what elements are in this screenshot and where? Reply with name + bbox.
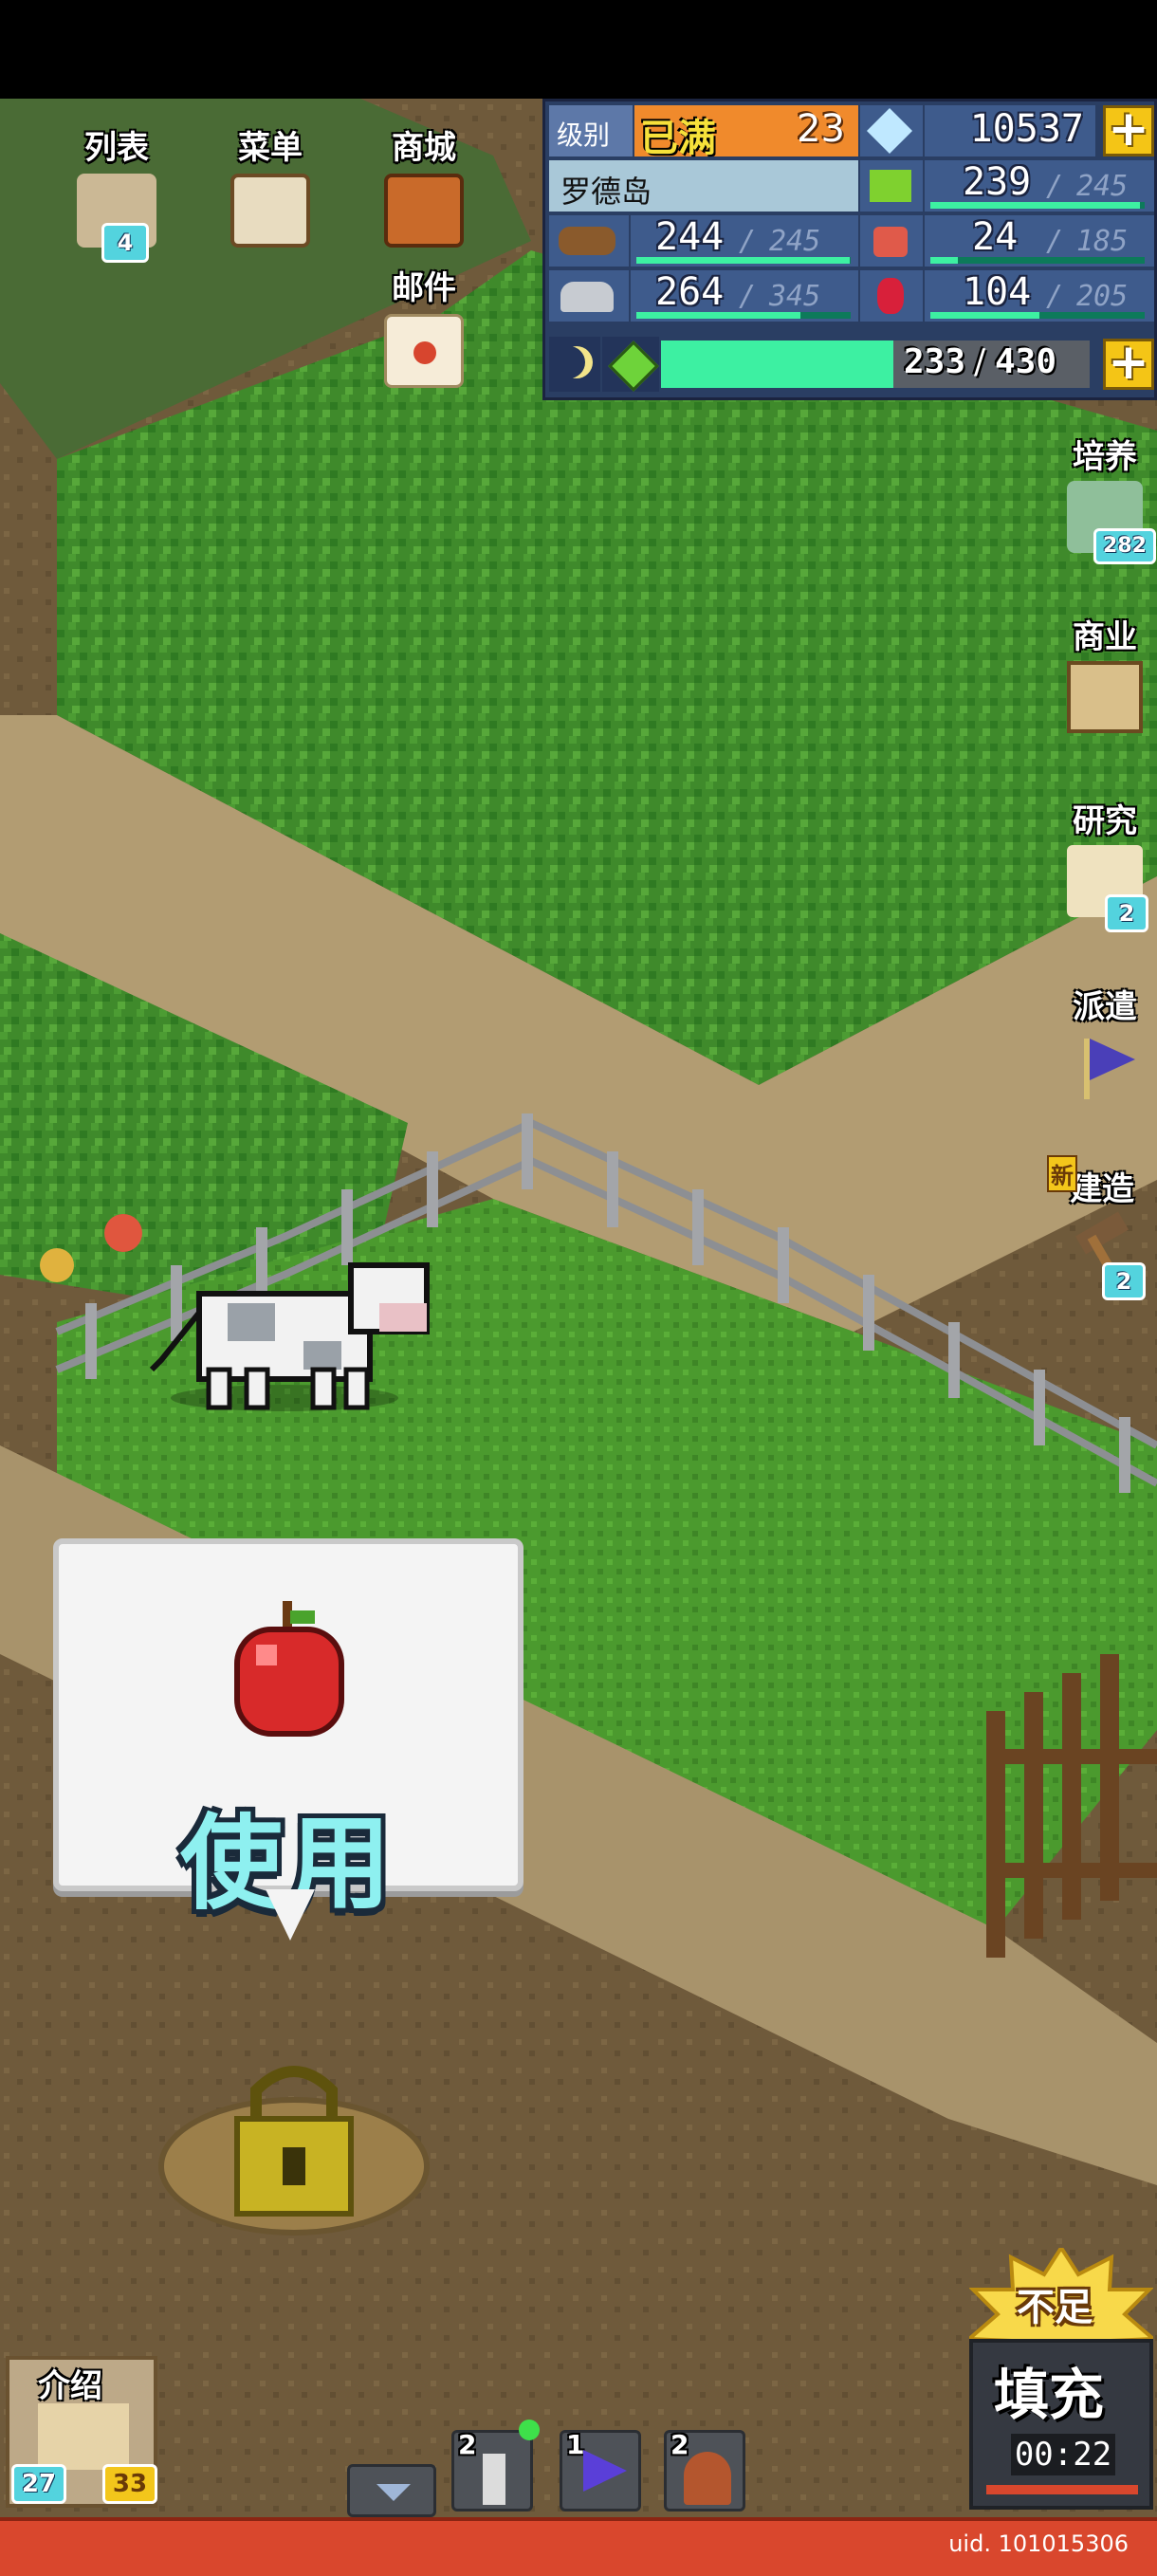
food-icon	[860, 215, 923, 267]
slot1-count: 2	[458, 2429, 477, 2460]
food-value: 24	[972, 215, 1019, 259]
intro-label: 介绍	[38, 2367, 102, 2405]
level-box: 已满 23	[634, 105, 858, 160]
intro-button[interactable]: 介绍 27 33	[6, 2356, 157, 2508]
new-tag: 新	[1047, 1155, 1077, 1192]
ore-icon	[549, 270, 629, 322]
moon-icon	[549, 337, 600, 392]
wood-value: 244	[655, 215, 725, 259]
diamond-icon	[860, 105, 923, 156]
build-button[interactable]: 建造 新 2	[1047, 1155, 1157, 1300]
envelope-icon	[384, 314, 464, 388]
grass-icon	[860, 160, 923, 212]
food-bar	[930, 257, 1145, 264]
flag-icon	[1067, 1031, 1143, 1103]
grass-value: 239	[963, 160, 1032, 204]
slot3-count: 2	[670, 2429, 689, 2460]
refill-progress	[986, 2485, 1138, 2494]
toolbar-slot-tower[interactable]: 2	[451, 2420, 540, 2512]
scroll-icon: 2	[1067, 845, 1148, 932]
dispatch-label: 派遣	[1073, 988, 1137, 1026]
business-button[interactable]: 商业	[1053, 611, 1157, 733]
refill-label: 填充	[994, 2363, 1105, 2427]
refill-button[interactable]: 不足 填充 00:22	[969, 2248, 1153, 2515]
shop-house-icon	[1067, 661, 1143, 733]
collapse-toolbar-button[interactable]	[347, 2464, 436, 2517]
refill-burst-label: 不足	[1017, 2286, 1093, 2329]
build-badge: 2	[1102, 1262, 1146, 1300]
ore-max: 345	[769, 280, 821, 313]
menu-board-icon	[230, 174, 310, 248]
level-status: 已满	[640, 117, 716, 160]
train-badge: 282	[1093, 528, 1156, 564]
add-energy-button[interactable]: +	[1103, 338, 1154, 390]
ore-value: 264	[655, 270, 725, 314]
energy-bar: 233 / 430	[661, 340, 1090, 388]
menu-label: 菜单	[238, 129, 303, 167]
apple-icon	[234, 1601, 344, 1737]
house-up-arrow-icon: 282	[1067, 481, 1156, 564]
toolbar-slot-kiln[interactable]: 2	[664, 2429, 745, 2512]
research-badge: 2	[1105, 894, 1148, 932]
shop-label: 商城	[392, 129, 456, 167]
slot2-count: 1	[566, 2429, 585, 2460]
energy-value: 233	[904, 342, 966, 381]
kiln-icon	[684, 2452, 731, 2505]
list-label: 列表	[84, 129, 149, 167]
energy-max: 430	[995, 342, 1057, 381]
chevron-down-icon	[376, 2484, 411, 2501]
tower-icon	[483, 2454, 505, 2505]
bubble-tail	[266, 1889, 315, 1941]
intro-picture-icon	[38, 2403, 129, 2470]
green-dot	[519, 2420, 540, 2440]
grass-max: 245	[1076, 170, 1129, 203]
menu-button[interactable]: 菜单	[218, 121, 322, 248]
list-button[interactable]: 列表 4	[64, 121, 169, 263]
ruby-bar	[930, 312, 1145, 319]
toolbar-slot-flag[interactable]: 1	[560, 2429, 641, 2512]
train-button[interactable]: 培养 282	[1053, 431, 1157, 564]
dispatch-button[interactable]: 派遣	[1053, 981, 1157, 1103]
intro-badge-right: 33	[102, 2464, 157, 2504]
wood-log-icon	[549, 215, 629, 267]
mail-label: 邮件	[392, 269, 456, 307]
mail-button[interactable]: 邮件	[372, 262, 476, 388]
business-label: 商业	[1073, 618, 1137, 656]
green-gem-icon	[602, 337, 659, 392]
research-label: 研究	[1073, 802, 1137, 840]
ruby-value: 104	[963, 270, 1032, 314]
shop-button[interactable]: 商城	[372, 121, 476, 248]
ruby-icon	[860, 270, 923, 322]
add-gems-button[interactable]: +	[1103, 104, 1154, 156]
resource-panel: 级别 已满 23 10537 + 罗德岛 239 / 245 244 / 245…	[542, 99, 1157, 400]
list-icon: 4	[77, 174, 156, 263]
ore-bar	[636, 312, 851, 319]
user-id: uid. 101015306	[948, 2530, 1129, 2557]
train-label: 培养	[1073, 438, 1137, 476]
level-value: 23	[797, 107, 845, 151]
level-label: 级别	[557, 120, 611, 151]
intro-badge-left: 27	[11, 2464, 66, 2504]
wood-max: 245	[769, 225, 821, 258]
island-name: 罗德岛	[560, 174, 652, 210]
food-max: 185	[1076, 225, 1129, 258]
gem-count: 10537	[969, 107, 1084, 151]
treasure-chest-icon	[384, 174, 464, 248]
list-badge: 4	[101, 223, 149, 263]
ruby-max: 205	[1076, 280, 1129, 313]
refill-timer: 00:22	[1011, 2434, 1115, 2475]
research-button[interactable]: 研究 2	[1053, 795, 1157, 932]
terrain	[0, 99, 1157, 2517]
game-world[interactable]	[0, 99, 1157, 2517]
grass-bar	[930, 202, 1145, 209]
wood-bar	[636, 257, 851, 264]
use-item-bubble[interactable]: 使用	[53, 1538, 523, 1923]
status-bar	[0, 0, 1157, 99]
hammer-icon: 2	[1064, 1211, 1146, 1300]
purple-flag-icon	[583, 2450, 627, 2492]
